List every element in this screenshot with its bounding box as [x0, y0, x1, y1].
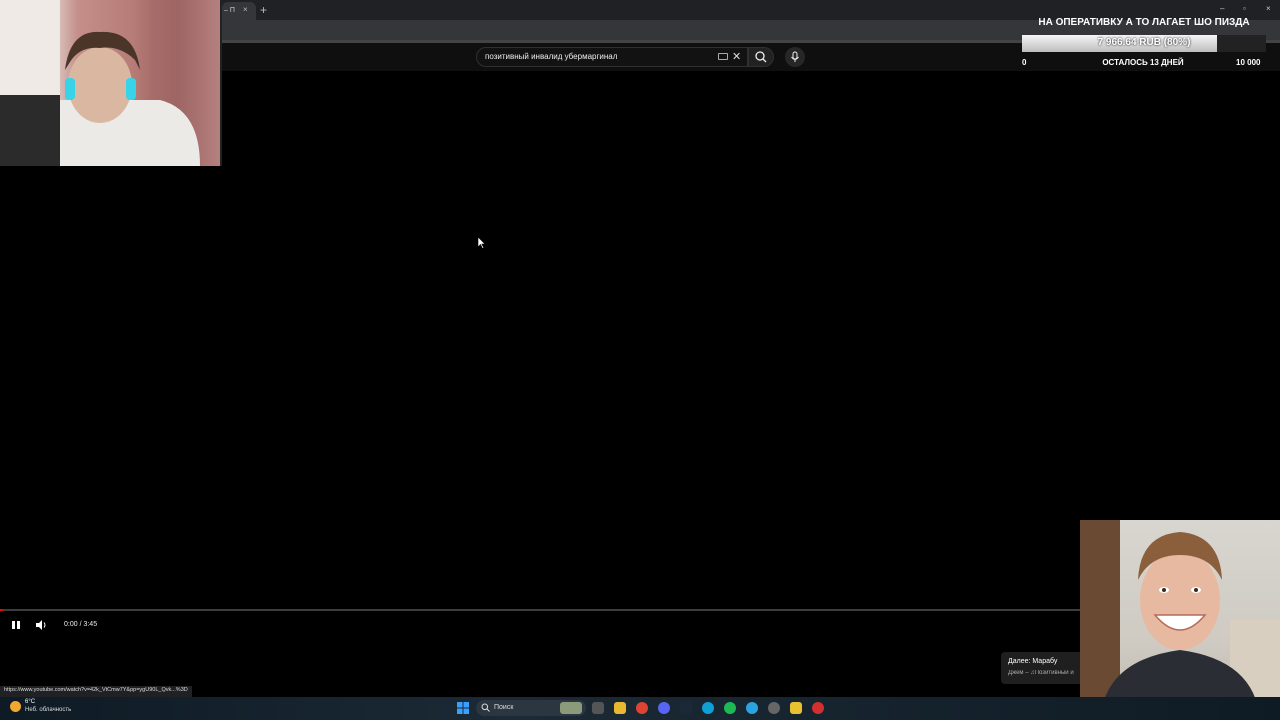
video-time: 0:00 / 3:45: [64, 621, 98, 628]
search-button[interactable]: [748, 47, 774, 67]
search-highlight-icon: [560, 702, 582, 714]
discord-icon[interactable]: [658, 702, 670, 714]
record-icon[interactable]: [812, 702, 824, 714]
spotify-icon[interactable]: [724, 702, 736, 714]
video-progress-fill: [0, 609, 3, 611]
voice-search-button[interactable]: [785, 47, 805, 67]
maximize-button[interactable]: ▫: [1243, 4, 1246, 13]
new-tab-button[interactable]: +: [260, 3, 267, 17]
weather-temperature: 6°C: [25, 699, 36, 705]
chrome-icon[interactable]: [636, 702, 648, 714]
edge-icon[interactable]: [702, 702, 714, 714]
up-next-subtitle: Джем – ♫Позитивный и: [1008, 670, 1074, 676]
start-button[interactable]: [457, 702, 469, 714]
weather-description: Неб. облачность: [25, 707, 72, 713]
up-next-card[interactable]: [1001, 652, 1089, 684]
clear-search-icon[interactable]: ✕: [732, 50, 741, 63]
keyboard-icon[interactable]: [718, 53, 728, 60]
minimize-button[interactable]: –: [1220, 4, 1224, 13]
pause-button[interactable]: [10, 619, 22, 631]
taskbar-search-icon: [481, 703, 490, 712]
donation-min: 0: [1022, 58, 1027, 67]
close-window-button[interactable]: ×: [1266, 4, 1271, 13]
telegram-icon[interactable]: [746, 702, 758, 714]
browser-tab[interactable]: – П: [222, 2, 256, 20]
mouse-cursor-icon: [478, 237, 486, 249]
file-explorer-icon[interactable]: [614, 702, 626, 714]
donation-remaining: ОСТАЛОСЬ 13 ДНЕЙ: [1102, 58, 1184, 67]
volume-icon[interactable]: [34, 619, 48, 631]
tab-close-icon[interactable]: ×: [243, 5, 248, 14]
webcam-overlay-streamer: [0, 0, 222, 166]
up-next-title: Далее: Марабу: [1008, 658, 1058, 665]
obs-icon[interactable]: [768, 702, 780, 714]
webcam-overlay-guest: [1080, 520, 1280, 720]
donation-max: 10 000: [1236, 58, 1261, 67]
steam-icon[interactable]: [680, 702, 692, 714]
weather-icon[interactable]: [10, 701, 21, 712]
webcam-image-2: [1080, 520, 1280, 720]
donation-amount: 7 966.64 RUB (80%): [1097, 37, 1191, 48]
donation-goal-title: НА ОПЕРАТИВКУ А ТО ЛАГАЕТ ШО ПИЗДА: [1038, 17, 1250, 28]
taskbar-search-placeholder: Поиск: [494, 704, 514, 711]
search-query-text: позитивный инвалид убермаргинал: [485, 52, 618, 61]
video-progress-track[interactable]: [0, 609, 1080, 611]
search-icon: [755, 51, 767, 63]
webcam-image: [0, 0, 222, 166]
task-view-icon[interactable]: [592, 702, 604, 714]
tab-title: – П: [224, 7, 235, 14]
mic-icon: [791, 51, 799, 62]
bar-chart-icon[interactable]: [790, 702, 802, 714]
